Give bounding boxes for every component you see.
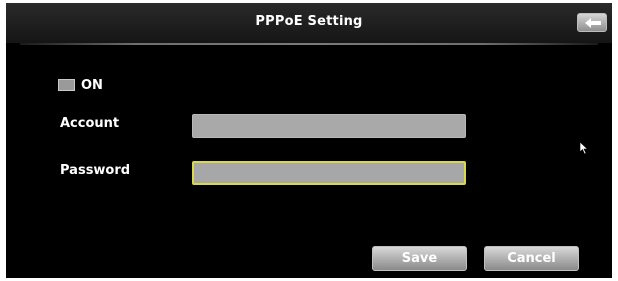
password-field[interactable] xyxy=(192,161,466,185)
header-divider xyxy=(20,43,598,45)
back-button[interactable] xyxy=(577,13,607,32)
account-label: Account xyxy=(60,116,120,131)
password-label: Password xyxy=(60,163,131,178)
mouse-pointer-icon xyxy=(579,141,589,155)
pppoe-setting-screen: PPPoE Setting ON Account Password Save C… xyxy=(6,3,612,278)
back-arrow-icon xyxy=(585,18,601,28)
page-title: PPPoE Setting xyxy=(255,14,363,29)
on-label: ON xyxy=(81,77,103,93)
save-button[interactable]: Save xyxy=(372,246,467,271)
account-field[interactable] xyxy=(192,114,466,138)
on-toggle[interactable]: ON xyxy=(58,76,103,94)
on-checkbox[interactable] xyxy=(58,79,75,91)
header-bar: PPPoE Setting xyxy=(6,3,612,43)
cancel-button[interactable]: Cancel xyxy=(484,246,579,271)
